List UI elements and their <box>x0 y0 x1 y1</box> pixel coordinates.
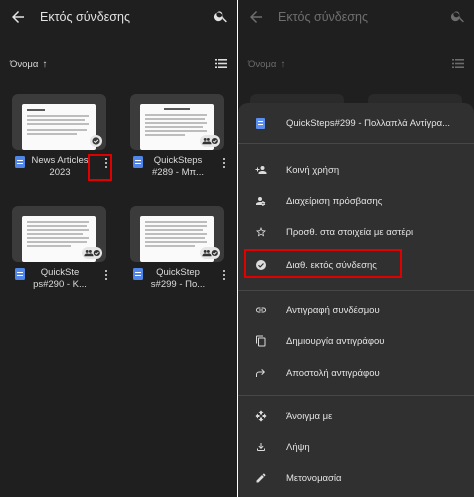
star-icon <box>255 226 267 238</box>
sort-bar: Όνομα ↑ <box>248 56 466 72</box>
shared-offline-badge-icon <box>200 135 220 147</box>
copy-icon <box>255 335 267 347</box>
menu-item-share[interactable]: Κοινή χρήση <box>238 159 474 181</box>
docs-file-icon <box>133 268 143 280</box>
file-name[interactable]: QuickSte ps#290 - Κ... <box>30 267 90 291</box>
sheet-file-title: QuickSteps#299 - Πολλαπλά Αντίγρα... <box>286 117 451 129</box>
menu-item-label: Μετονομασία <box>286 472 342 484</box>
sort-direction-icon[interactable]: ↑ <box>280 59 285 70</box>
menu-item-label: Λήψη <box>286 441 310 453</box>
menu-item-make-copy[interactable]: Δημιουργία αντιγράφου <box>238 330 474 352</box>
rename-icon <box>255 472 267 484</box>
menu-item-label: Δημιουργία αντιγράφου <box>286 335 385 347</box>
back-arrow-icon[interactable] <box>9 8 27 26</box>
menu-item-label: Άνοιγμα με <box>286 410 333 422</box>
file-thumbnail[interactable] <box>130 94 224 150</box>
menu-item-label: Κοινή χρήση <box>286 164 340 176</box>
list-view-icon[interactable] <box>452 58 464 69</box>
menu-item-send-copy[interactable]: Αποστολή αντιγράφου <box>238 362 474 384</box>
sort-bar: Όνομα ↑ <box>10 56 229 72</box>
menu-item-label: Αποστολή αντιγράφου <box>286 367 380 379</box>
dimmed-thumbnail <box>250 94 344 103</box>
menu-item-manage-access[interactable]: Διαχείριση πρόσβασης <box>238 190 474 212</box>
sheet-header: QuickSteps#299 - Πολλαπλά Αντίγρα... <box>238 111 474 135</box>
divider <box>238 290 474 291</box>
app-bar: Εκτός σύνδεσης <box>238 0 474 34</box>
bottom-sheet: QuickSteps#299 - Πολλαπλά Αντίγρα... Κοι… <box>238 103 474 497</box>
send-copy-icon <box>255 367 267 379</box>
list-view-icon[interactable] <box>215 58 227 69</box>
file-name[interactable]: QuickStep s#299 - Πο... <box>148 267 208 291</box>
more-options-icon[interactable] <box>218 267 230 283</box>
app-bar: Εκτός σύνδεσης <box>0 0 237 34</box>
sort-direction-icon[interactable]: ↑ <box>42 59 47 70</box>
menu-item-open-with[interactable]: Άνοιγμα με <box>238 405 474 427</box>
dimmed-thumbnail <box>368 94 462 103</box>
menu-item-copy-link[interactable]: Αντιγραφή συνδέσμου <box>238 299 474 321</box>
download-icon <box>255 441 267 453</box>
menu-item-label: Αντιγραφή συνδέσμου <box>286 304 380 316</box>
left-screen: Εκτός σύνδεσης Όνομα ↑ News Articles 202… <box>0 0 237 497</box>
back-arrow-icon[interactable] <box>247 8 265 26</box>
menu-item-add-starred[interactable]: Προσθ. στα στοιχεία με αστέρι <box>238 221 474 243</box>
search-icon[interactable] <box>450 8 466 24</box>
divider <box>238 143 474 144</box>
doc-preview <box>22 104 96 150</box>
shared-offline-badge-icon <box>82 247 102 259</box>
sort-label[interactable]: Όνομα <box>248 59 276 70</box>
shared-offline-badge-icon <box>200 247 220 259</box>
docs-file-icon <box>15 268 25 280</box>
file-thumbnail[interactable] <box>130 206 224 262</box>
open-with-icon <box>255 410 267 422</box>
file-name[interactable]: News Articles 2023 <box>30 155 90 179</box>
more-options-icon[interactable] <box>218 155 230 171</box>
divider <box>238 395 474 396</box>
page-title: Εκτός σύνδεσης <box>40 10 130 24</box>
offline-badge-icon <box>90 135 102 147</box>
highlight-box <box>244 249 402 278</box>
menu-item-download[interactable]: Λήψη <box>238 436 474 458</box>
person-add-icon <box>255 164 267 176</box>
link-icon <box>255 304 267 316</box>
file-name[interactable]: QuickSteps #289 - Μπ... <box>148 155 208 179</box>
search-icon[interactable] <box>213 8 229 24</box>
menu-item-rename[interactable]: Μετονομασία <box>238 467 474 489</box>
right-screen: Εκτός σύνδεσης Όνομα ↑ QuickSteps#299 - … <box>238 0 474 497</box>
highlight-box <box>88 154 112 181</box>
file-thumbnail[interactable] <box>12 94 106 150</box>
docs-file-icon <box>133 156 143 168</box>
manage-access-icon <box>255 195 267 207</box>
sort-label[interactable]: Όνομα <box>10 59 38 70</box>
more-options-icon[interactable] <box>100 267 112 283</box>
docs-file-icon <box>256 117 265 129</box>
file-thumbnail[interactable] <box>12 206 106 262</box>
menu-item-label: Προσθ. στα στοιχεία με αστέρι <box>286 226 414 238</box>
menu-item-label: Διαχείριση πρόσβασης <box>286 195 383 207</box>
page-title: Εκτός σύνδεσης <box>278 10 368 24</box>
docs-file-icon <box>15 156 25 168</box>
